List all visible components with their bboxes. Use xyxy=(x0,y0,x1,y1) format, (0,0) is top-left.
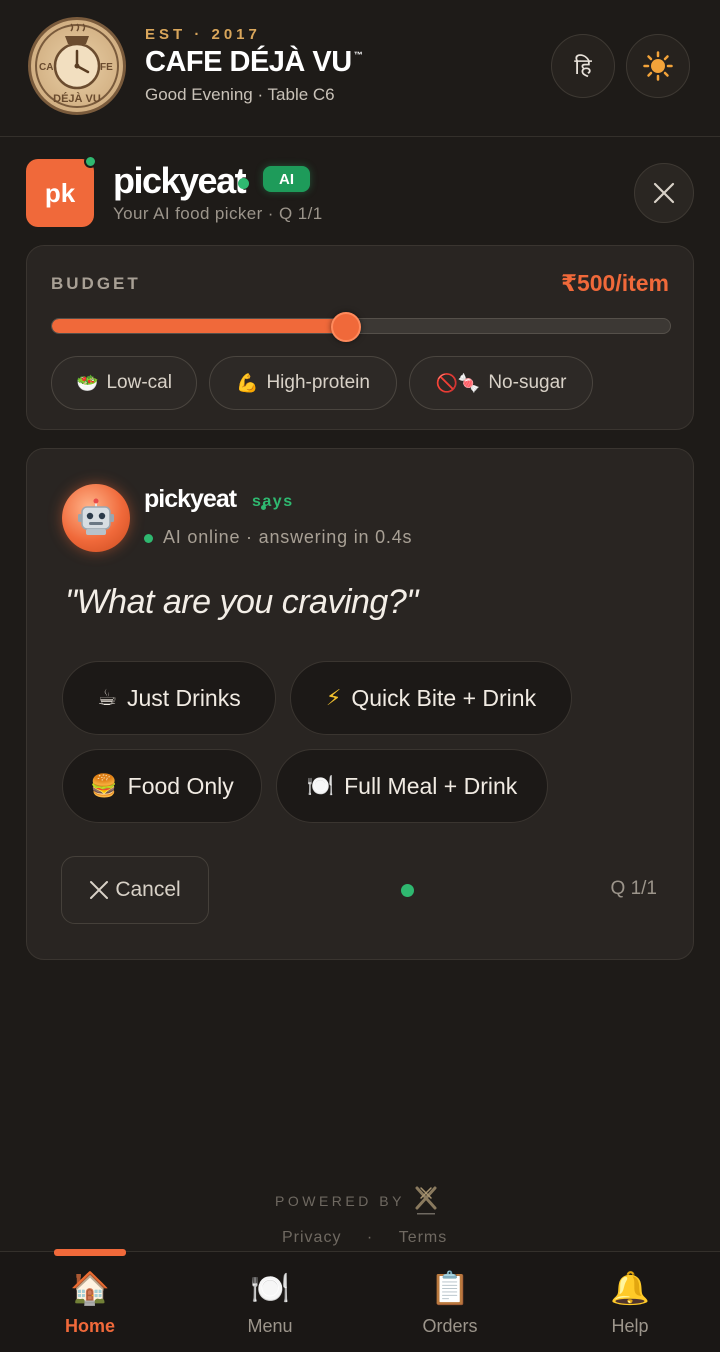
option-label: Just Drinks xyxy=(126,684,241,711)
salad-icon: 🥗 xyxy=(76,372,99,394)
clipboard-icon: 📋 xyxy=(430,1269,470,1307)
language-label: हि xyxy=(574,55,592,80)
question-counter: Q 1/1 xyxy=(610,878,657,899)
robot-icon xyxy=(78,498,114,535)
close-icon xyxy=(90,881,109,899)
close-button[interactable] xyxy=(634,163,694,223)
nav-label: Home xyxy=(64,1316,115,1336)
chip-label: No-sugar xyxy=(488,372,567,393)
budget-slider-thumb[interactable] xyxy=(330,312,361,342)
title-dot xyxy=(238,178,249,189)
pickyeat-title: pickyeat xyxy=(113,160,247,201)
option-label: Food Only xyxy=(127,772,234,799)
nav-orders[interactable]: 📋 Orders xyxy=(390,1266,510,1346)
logo-text-fe: FE xyxy=(100,62,113,73)
chip-label: High-protein xyxy=(266,372,370,393)
bot-avatar xyxy=(62,484,130,552)
option-label: Quick Bite + Drink xyxy=(351,684,537,711)
bell-icon: 🔔 xyxy=(610,1269,650,1307)
lightning-icon: ⚡ xyxy=(325,685,342,711)
house-icon: 🏠 xyxy=(70,1269,110,1307)
flexed-biceps-icon: 💪 xyxy=(236,372,259,394)
brand-name: CAFE DÉJÀ VU ™ xyxy=(145,46,363,79)
terms-link[interactable]: Terms xyxy=(399,1229,448,1247)
cancel-label: Cancel xyxy=(115,878,181,901)
logo-text-ca: CA xyxy=(39,62,53,73)
online-indicator xyxy=(84,155,97,168)
question-text: "What are you craving?" xyxy=(65,583,418,621)
pickyeat-subtitle: Your AI food picker · Q 1/1 xyxy=(113,204,323,223)
filter-chip-low-cal[interactable]: 🥗 Low-cal xyxy=(51,356,197,410)
option-quick-bite[interactable]: ⚡ Quick Bite + Drink xyxy=(290,661,572,735)
logo-text-dejavu: DÉJÀ VU xyxy=(53,92,101,105)
link-separator: · xyxy=(366,1229,374,1246)
xenios-logo[interactable] xyxy=(411,1184,441,1218)
language-toggle-button[interactable]: हि xyxy=(551,34,615,98)
option-just-drinks[interactable]: ☕ Just Drinks xyxy=(62,661,276,735)
powered-by-label: POWERED BY xyxy=(275,1193,405,1209)
ai-badge: AI xyxy=(263,166,310,192)
budget-value: ₹500/item xyxy=(560,270,669,296)
option-food-only[interactable]: 🍔 Food Only xyxy=(62,749,262,823)
nav-label: Menu xyxy=(247,1316,293,1336)
option-full-meal[interactable]: 🍽️ Full Meal + Drink xyxy=(276,749,548,823)
plate-cutlery-icon: 🍽️ xyxy=(250,1269,290,1307)
brand-text: CAFE DÉJÀ VU xyxy=(145,46,352,78)
cafe-logo[interactable]: CA FE DÉJÀ VU xyxy=(28,17,126,115)
progress-dot xyxy=(401,884,414,897)
says-label: says xyxy=(252,493,294,510)
close-icon xyxy=(653,182,675,204)
clock-icon: CA FE DÉJÀ VU xyxy=(35,23,119,108)
bot-name: pickyeat xyxy=(144,485,237,513)
pickyeat-logo-text: pk xyxy=(44,177,76,208)
online-status-text: AI online · answering in 0.4s xyxy=(163,527,413,547)
trademark: ™ xyxy=(353,50,363,60)
nav-home[interactable]: 🏠 Home xyxy=(30,1266,150,1346)
plate-cutlery-icon: 🍽️ xyxy=(306,773,335,799)
nav-menu[interactable]: 🍽️ Menu xyxy=(210,1266,330,1346)
established-label: EST · 2017 xyxy=(145,26,261,43)
budget-slider-track[interactable] xyxy=(51,318,671,334)
nav-label: Orders xyxy=(422,1316,478,1336)
bottom-navigation: 🏠 Home 🍽️ Menu 📋 Orders 🔔 Help xyxy=(0,1249,720,1352)
app-header: CA FE DÉJÀ VU EST · 2017 CAFE DÉJÀ VU ™ G… xyxy=(0,0,720,137)
sun-icon xyxy=(643,51,673,81)
budget-label: BUDGET xyxy=(51,274,141,293)
option-label: Full Meal + Drink xyxy=(344,772,518,799)
burger-icon: 🍔 xyxy=(90,773,118,799)
filter-chip-no-sugar[interactable]: 🚫🍬 No-sugar xyxy=(409,356,593,410)
cancel-button[interactable]: Cancel xyxy=(61,856,209,924)
privacy-link[interactable]: Privacy xyxy=(282,1229,341,1247)
nav-help[interactable]: 🔔 Help xyxy=(570,1266,690,1346)
active-tab-indicator xyxy=(54,1249,126,1256)
pickyeat-logo: pk xyxy=(26,159,94,227)
coffee-icon: ☕ xyxy=(97,685,117,711)
nav-label: Help xyxy=(611,1316,649,1336)
no-candy-icon: 🚫🍬 xyxy=(435,372,481,394)
online-status-dot xyxy=(144,534,153,543)
chat-card: pickyeat says AI online · answering in 0… xyxy=(26,448,694,960)
greeting-text: Good Evening · Table C6 xyxy=(145,85,335,104)
theme-toggle-button[interactable] xyxy=(626,34,690,98)
filter-chip-high-protein[interactable]: 💪 High-protein xyxy=(209,356,397,410)
footer-links: Privacy · Terms xyxy=(282,1229,447,1247)
budget-card: BUDGET ₹500/item 🥗 Low-cal 💪 High-protei… xyxy=(26,245,694,430)
budget-slider-fill xyxy=(52,319,346,333)
chip-label: Low-cal xyxy=(106,372,172,393)
